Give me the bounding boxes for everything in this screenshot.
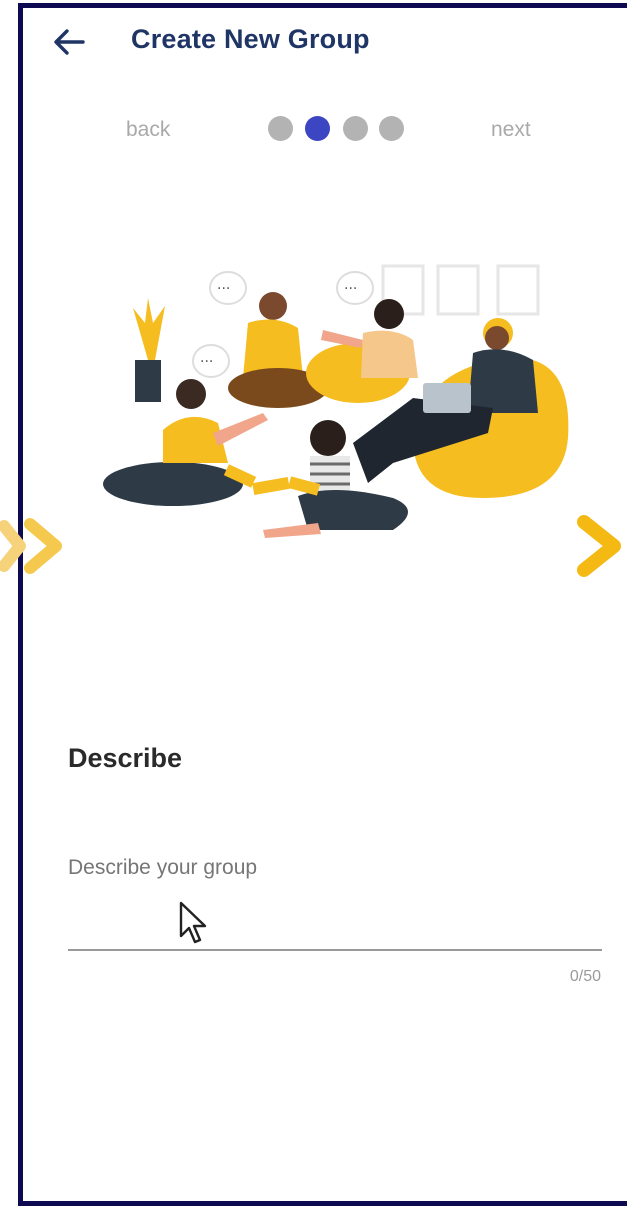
step-dot-3 bbox=[343, 116, 368, 141]
back-arrow-icon[interactable] bbox=[49, 22, 89, 62]
stepper-back-button[interactable]: back bbox=[126, 118, 170, 142]
svg-text:···: ··· bbox=[344, 281, 357, 297]
plant-icon bbox=[133, 298, 165, 402]
input-underline bbox=[68, 949, 602, 951]
describe-heading: Describe bbox=[68, 743, 183, 773]
describe-group-input[interactable] bbox=[68, 888, 604, 942]
stepper-next-button[interactable]: next bbox=[491, 118, 531, 142]
step-dot-4 bbox=[379, 116, 404, 141]
wall-frames bbox=[381, 264, 540, 316]
svg-text:···: ··· bbox=[200, 354, 213, 370]
previous-chevron-icon[interactable] bbox=[0, 510, 70, 582]
step-dot-2-active bbox=[305, 116, 330, 141]
character-counter: 0/50 bbox=[569, 968, 601, 985]
describe-field-label: Describe your group bbox=[68, 856, 258, 879]
step-dot-1 bbox=[268, 116, 293, 141]
page-title: Create New Group bbox=[131, 24, 370, 54]
group-discussion-illustration: ··· ··· ··· bbox=[103, 264, 569, 538]
next-chevron-icon[interactable] bbox=[574, 510, 627, 582]
phone-frame: Create New Group back next ··· ··· ··· D… bbox=[18, 3, 627, 1206]
svg-text:···: ··· bbox=[217, 281, 230, 297]
